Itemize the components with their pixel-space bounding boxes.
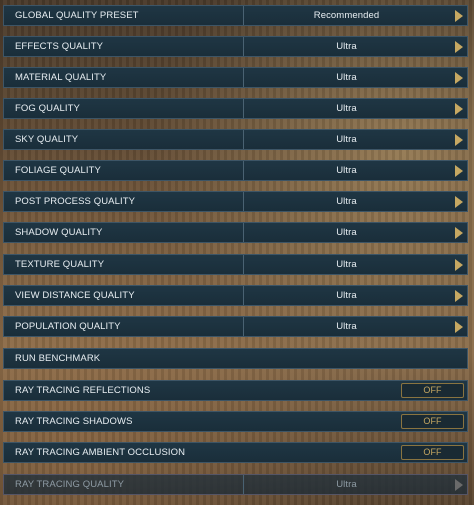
setting-label: RAY TRACING REFLECTIONS bbox=[15, 385, 151, 396]
setting-value: Recommended bbox=[313, 10, 380, 21]
setting-value: Ultra bbox=[336, 41, 357, 52]
setting-label: RAY TRACING AMBIENT OCCLUSION bbox=[15, 447, 186, 458]
setting-label: MATERIAL QUALITY bbox=[15, 72, 107, 83]
setting-label: POST PROCESS QUALITY bbox=[15, 196, 136, 207]
setting-value: Ultra bbox=[336, 103, 357, 114]
setting-view-distance-quality[interactable]: VIEW DISTANCE QUALITY Ultra bbox=[3, 285, 468, 306]
toggle-button[interactable]: OFF bbox=[401, 383, 464, 398]
setting-label: EFFECTS QUALITY bbox=[15, 41, 104, 52]
setting-label: RAY TRACING QUALITY bbox=[15, 479, 125, 490]
setting-value: Ultra bbox=[336, 259, 357, 270]
setting-value: Ultra bbox=[336, 196, 357, 207]
setting-label: SKY QUALITY bbox=[15, 134, 79, 145]
setting-fog-quality[interactable]: FOG QUALITY Ultra bbox=[3, 98, 468, 119]
setting-value: Ultra bbox=[336, 321, 357, 332]
setting-ray-tracing-ambient-occlusion: RAY TRACING AMBIENT OCCLUSION OFF bbox=[3, 442, 468, 463]
setting-ray-tracing-reflections: RAY TRACING REFLECTIONS OFF bbox=[3, 380, 468, 401]
setting-post-process-quality[interactable]: POST PROCESS QUALITY Ultra bbox=[3, 191, 468, 212]
setting-label: SHADOW QUALITY bbox=[15, 227, 103, 238]
setting-ray-tracing-shadows: RAY TRACING SHADOWS OFF bbox=[3, 411, 468, 432]
chevron-right-icon[interactable] bbox=[452, 40, 465, 54]
toggle-button[interactable]: OFF bbox=[401, 445, 464, 460]
chevron-right-icon[interactable] bbox=[452, 195, 465, 209]
setting-value: Ultra bbox=[336, 72, 357, 83]
chevron-right-icon[interactable] bbox=[452, 133, 465, 147]
chevron-right-icon[interactable] bbox=[452, 258, 465, 272]
setting-value: Ultra bbox=[336, 227, 357, 238]
setting-label: FOLIAGE QUALITY bbox=[15, 165, 101, 176]
setting-label: FOG QUALITY bbox=[15, 103, 80, 114]
setting-label: POPULATION QUALITY bbox=[15, 321, 121, 332]
chevron-right-icon[interactable] bbox=[452, 9, 465, 23]
chevron-right-icon[interactable] bbox=[452, 71, 465, 85]
setting-sky-quality[interactable]: SKY QUALITY Ultra bbox=[3, 129, 468, 150]
chevron-right-icon bbox=[452, 478, 465, 492]
chevron-right-icon[interactable] bbox=[452, 102, 465, 116]
setting-value: Ultra bbox=[336, 134, 357, 145]
setting-label: GLOBAL QUALITY PRESET bbox=[15, 10, 139, 21]
setting-label: VIEW DISTANCE QUALITY bbox=[15, 290, 135, 301]
setting-population-quality[interactable]: POPULATION QUALITY Ultra bbox=[3, 316, 468, 337]
setting-label: RAY TRACING SHADOWS bbox=[15, 416, 133, 427]
setting-texture-quality[interactable]: TEXTURE QUALITY Ultra bbox=[3, 254, 468, 275]
chevron-right-icon[interactable] bbox=[452, 164, 465, 178]
setting-value: Ultra bbox=[336, 290, 357, 301]
chevron-right-icon[interactable] bbox=[452, 226, 465, 240]
setting-shadow-quality[interactable]: SHADOW QUALITY Ultra bbox=[3, 222, 468, 243]
setting-effects-quality[interactable]: EFFECTS QUALITY Ultra bbox=[3, 36, 468, 57]
setting-ray-tracing-quality: RAY TRACING QUALITY Ultra bbox=[3, 474, 468, 495]
setting-value: Ultra bbox=[336, 165, 357, 176]
chevron-right-icon[interactable] bbox=[452, 289, 465, 303]
setting-material-quality[interactable]: MATERIAL QUALITY Ultra bbox=[3, 67, 468, 88]
graphics-settings-panel: GLOBAL QUALITY PRESET Recommended EFFECT… bbox=[0, 0, 474, 505]
setting-label: TEXTURE QUALITY bbox=[15, 259, 105, 270]
setting-value: Ultra bbox=[336, 479, 357, 490]
toggle-button[interactable]: OFF bbox=[401, 414, 464, 429]
run-benchmark-button[interactable]: RUN BENCHMARK bbox=[3, 348, 468, 369]
chevron-right-icon[interactable] bbox=[452, 320, 465, 334]
setting-global-quality-preset[interactable]: GLOBAL QUALITY PRESET Recommended bbox=[3, 5, 468, 26]
setting-foliage-quality[interactable]: FOLIAGE QUALITY Ultra bbox=[3, 160, 468, 181]
benchmark-label: RUN BENCHMARK bbox=[15, 353, 101, 364]
